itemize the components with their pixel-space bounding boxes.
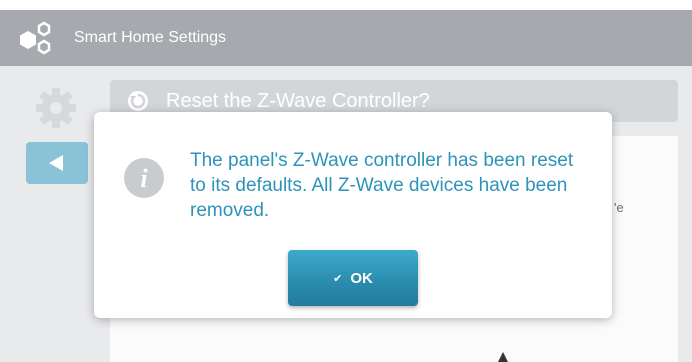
partial-text: 'e	[614, 200, 624, 215]
info-icon: i	[124, 158, 164, 198]
ok-button-label: OK	[350, 269, 373, 287]
svg-text:i: i	[140, 164, 148, 193]
app-header: Smart Home Settings	[0, 10, 692, 66]
check-icon: ✔	[333, 272, 343, 285]
smart-home-logo-icon	[20, 21, 51, 55]
reset-icon	[128, 91, 148, 111]
cursor-icon	[498, 352, 508, 362]
gear-icon[interactable]	[34, 86, 78, 130]
back-arrow-icon	[49, 155, 63, 171]
ok-button[interactable]: ✔ OK	[288, 250, 418, 306]
confirmation-dialog: i The panel's Z-Wave controller has been…	[94, 112, 612, 318]
app-title: Smart Home Settings	[74, 29, 227, 46]
back-button[interactable]	[26, 142, 88, 184]
dialog-message: The panel's Z-Wave controller has been r…	[190, 150, 574, 221]
top-strip	[0, 0, 692, 10]
